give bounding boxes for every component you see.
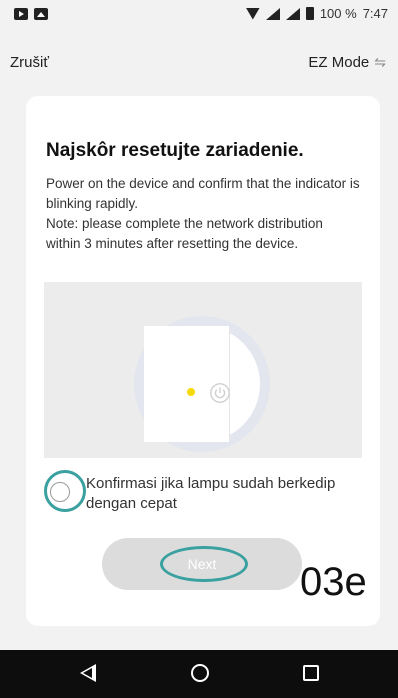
next-button[interactable]: Next — [102, 538, 302, 590]
cancel-button[interactable]: Zrušiť — [10, 54, 49, 71]
instructions-text: Power on the device and confirm that the… — [46, 176, 360, 251]
page-title: Najskôr resetujte zariadenie. — [46, 140, 304, 161]
navigation-bar — [0, 650, 398, 698]
status-bar: 100 % 7:47 — [0, 0, 398, 28]
wifi-icon — [245, 7, 260, 20]
top-bar: Zrušiť EZ Mode ⇋ — [0, 46, 398, 76]
overlay-label: 03e — [300, 560, 367, 604]
signal-icon — [265, 7, 280, 20]
annotation-oval — [160, 546, 248, 582]
recent-apps-icon[interactable] — [303, 665, 319, 681]
mode-label: EZ Mode — [308, 54, 370, 71]
signal-icon — [285, 7, 300, 20]
device-face — [144, 326, 260, 442]
confirm-row[interactable]: Konfirmasi jika lampu sudah berkedip den… — [44, 468, 366, 518]
confirm-label: Konfirmasi jika lampu sudah berkedip den… — [86, 475, 336, 512]
reset-card: Najskôr resetujte zariadenie. Power on t… — [26, 96, 380, 626]
mode-switch-button[interactable]: EZ Mode ⇋ — [308, 54, 386, 71]
switch-arrows-icon: ⇋ — [374, 54, 386, 70]
battery-icon — [305, 7, 314, 20]
annotation-circle — [44, 470, 86, 512]
indicator-led — [187, 388, 195, 396]
power-icon — [210, 383, 230, 403]
device-outer-ring — [134, 316, 270, 452]
play-store-icon — [14, 8, 28, 20]
battery-percent: 100 % — [319, 6, 357, 21]
device-illustration — [44, 282, 362, 458]
status-right: 100 % 7:47 — [245, 6, 388, 21]
home-icon[interactable] — [191, 664, 209, 682]
status-left-icons — [14, 8, 48, 20]
image-icon — [34, 8, 48, 20]
clock: 7:47 — [362, 6, 388, 21]
back-icon[interactable] — [80, 664, 96, 682]
